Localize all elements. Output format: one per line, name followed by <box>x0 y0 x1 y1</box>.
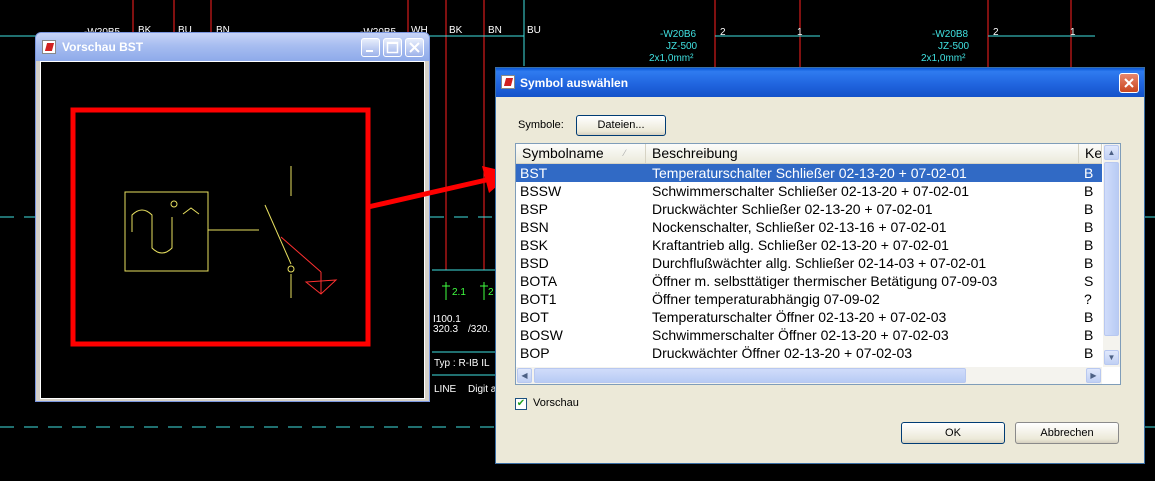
app-icon <box>501 75 515 89</box>
column-header-ke[interactable]: Ke <box>1079 144 1102 163</box>
cell-ke: B <box>1084 219 1094 235</box>
sort-icon: ⁄ <box>624 148 626 158</box>
dialog-close-button[interactable] <box>1119 73 1139 93</box>
cell-desc: Schwimmerschalter Schließer 02-13-20 + 0… <box>652 183 970 199</box>
cell-name: BST <box>520 165 548 181</box>
cell-name: BSSW <box>520 183 562 199</box>
cell-desc: Kraftantrieb allg. Schließer 02-13-20 + … <box>652 237 949 253</box>
cell-ke: B <box>1084 201 1094 217</box>
highlight-box <box>70 107 371 347</box>
cell-desc: Nockenschalter, Schließer 02-13-16 + 07-… <box>652 219 947 235</box>
cell-name: BSN <box>520 219 549 235</box>
scroll-up-button[interactable]: ▲ <box>1104 145 1119 160</box>
scroll-down-button[interactable]: ▼ <box>1104 350 1119 365</box>
cell-ke: B <box>1084 327 1094 343</box>
cell-ke: B <box>1084 165 1094 181</box>
cell-name: BSP <box>520 201 549 217</box>
column-header-label: Ke <box>1085 145 1102 161</box>
cell-name: BSD <box>520 255 549 271</box>
preview-checkbox[interactable]: ✔ <box>515 398 527 410</box>
cell-name: BOP <box>520 345 550 361</box>
scroll-right-button[interactable]: ▶ <box>1086 368 1101 383</box>
dialog-titlebar[interactable]: Symbol auswählen <box>496 68 1144 97</box>
dialog-title: Symbol auswählen <box>520 76 629 90</box>
symbol-select-dialog[interactable]: Symbol auswählen Symbole: Dateien... Sym… <box>495 67 1145 464</box>
arrow-line <box>367 175 496 210</box>
cell-desc: Durchflußwächter allg. Schließer 02-14-0… <box>652 255 987 271</box>
cell-ke: B <box>1084 183 1094 199</box>
cell-name: BSK <box>520 237 549 253</box>
cell-ke: B <box>1084 345 1094 361</box>
list-item[interactable]: BOTA Öffner m. selbsttätiger thermischer … <box>516 272 1102 290</box>
preview-checkbox-label[interactable]: Vorschau <box>533 397 579 409</box>
h-scroll-thumb[interactable] <box>534 368 966 383</box>
vertical-scrollbar[interactable]: ▲ ▼ <box>1103 144 1120 367</box>
list-item[interactable]: BST Temperaturschalter Schließer 02-13-20… <box>516 164 1102 182</box>
column-header-symbolname[interactable]: Symbolname ⁄ <box>516 144 646 163</box>
cancel-button[interactable]: Abbrechen <box>1015 422 1119 444</box>
cell-name: BOTA <box>520 273 558 289</box>
scroll-thumb[interactable] <box>1104 162 1119 336</box>
cell-name: BOT1 <box>520 291 557 307</box>
cell-ke: B <box>1084 309 1094 325</box>
symbols-label: Symbole: <box>518 119 564 131</box>
cell-desc: Temperaturschalter Öffner 02-13-20 + 07-… <box>652 309 947 325</box>
symbol-list[interactable]: Symbolname ⁄ Beschreibung Ke BST Temperat… <box>515 143 1121 385</box>
list-item[interactable]: BOT Temperaturschalter Öffner 02-13-20 + … <box>516 308 1102 326</box>
cell-desc: Temperaturschalter Schließer 02-13-20 + … <box>652 165 967 181</box>
cell-desc: Druckwächter Schließer 02-13-20 + 07-02-… <box>652 201 933 217</box>
cell-desc: Schwimmerschalter Öffner 02-13-20 + 07-0… <box>652 327 949 343</box>
cell-name: BOSW <box>520 327 563 343</box>
list-item[interactable]: BSD Durchflußwächter allg. Schließer 02-1… <box>516 254 1102 272</box>
cell-ke: B <box>1084 255 1094 271</box>
cell-ke: ? <box>1084 291 1092 307</box>
list-item[interactable]: BOT1 Öffner temperaturabhängig 07-09-02? <box>516 290 1102 308</box>
cell-desc: Druckwächter Öffner 02-13-20 + 07-02-03 <box>652 345 913 361</box>
list-item[interactable]: BSSW Schwimmerschalter Schließer 02-13-20… <box>516 182 1102 200</box>
list-item[interactable]: BOSW Schwimmerschalter Öffner 02-13-20 + … <box>516 326 1102 344</box>
cell-name: BOT <box>520 309 549 325</box>
scroll-left-button[interactable]: ◀ <box>517 368 532 383</box>
list-item[interactable]: BSN Nockenschalter, Schließer 02-13-16 + … <box>516 218 1102 236</box>
ok-button[interactable]: OK <box>901 422 1005 444</box>
cell-ke: B <box>1084 237 1094 253</box>
close-icon <box>1124 78 1134 88</box>
list-item[interactable]: BOP Druckwächter Öffner 02-13-20 + 07-02-… <box>516 344 1102 362</box>
list-item[interactable]: BSP Druckwächter Schließer 02-13-20 + 07-… <box>516 200 1102 218</box>
cell-desc: Öffner m. selbsttätiger thermischer Betä… <box>652 273 998 289</box>
column-header-beschreibung[interactable]: Beschreibung <box>646 144 1079 163</box>
column-header-label: Symbolname <box>522 145 604 161</box>
files-button[interactable]: Dateien... <box>576 115 666 136</box>
list-header: Symbolname ⁄ Beschreibung Ke <box>516 144 1102 164</box>
cell-ke: S <box>1084 273 1094 289</box>
column-header-label: Beschreibung <box>652 145 738 161</box>
list-item[interactable]: BSK Kraftantrieb allg. Schließer 02-13-20… <box>516 236 1102 254</box>
cell-desc: Öffner temperaturabhängig 07-09-02 <box>652 291 880 307</box>
horizontal-scrollbar[interactable]: ◀ ▶ <box>516 367 1102 384</box>
